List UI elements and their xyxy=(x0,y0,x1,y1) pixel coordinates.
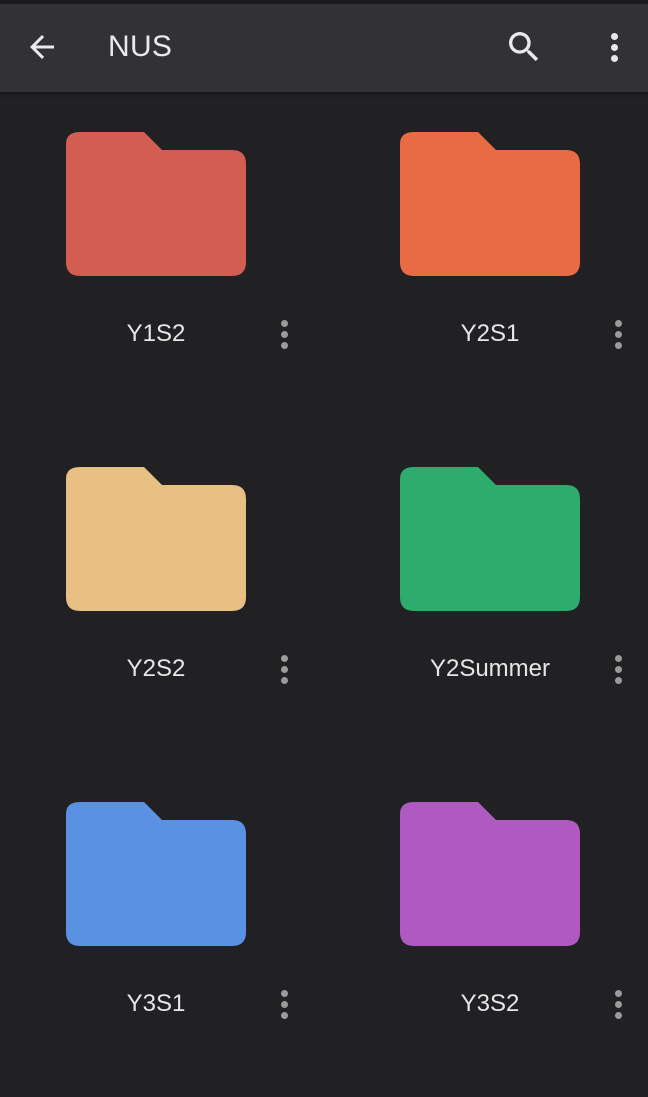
folder-item-y3s1[interactable]: Y3S1 xyxy=(0,762,324,1097)
folder-name: Y1S2 xyxy=(126,320,186,347)
folder-grid: Y1S2 Y2S1 Y2S2 Y2Summer Y3S1 Y3S2 xyxy=(0,92,648,1080)
more-options-button[interactable] xyxy=(586,19,642,75)
folder-item-y1s2[interactable]: Y1S2 xyxy=(0,92,324,427)
folder-options-button[interactable] xyxy=(266,649,302,689)
more-vert-icon xyxy=(280,319,288,349)
folder-icon[interactable] xyxy=(400,800,582,948)
folder-name: Y2S2 xyxy=(126,655,186,682)
more-vert-icon xyxy=(280,654,288,684)
back-button[interactable] xyxy=(14,19,70,75)
more-vert-icon xyxy=(614,319,622,349)
folder-name: Y3S2 xyxy=(460,990,520,1017)
folder-icon[interactable] xyxy=(66,800,248,948)
folder-item-y2s1[interactable]: Y2S1 xyxy=(334,92,648,427)
folder-options-button[interactable] xyxy=(600,649,636,689)
folder-options-button[interactable] xyxy=(600,984,636,1024)
folder-options-button[interactable] xyxy=(266,314,302,354)
search-button[interactable] xyxy=(496,19,552,75)
folder-name: Y2Summer xyxy=(429,655,551,682)
more-vert-icon xyxy=(614,654,622,684)
folder-icon[interactable] xyxy=(400,465,582,613)
folder-options-button[interactable] xyxy=(266,984,302,1024)
more-vert-icon xyxy=(280,989,288,1019)
page-title: NUS xyxy=(108,30,173,63)
folder-options-button[interactable] xyxy=(600,314,636,354)
folder-item-y2summer[interactable]: Y2Summer xyxy=(334,427,648,762)
more-vert-icon xyxy=(610,32,618,62)
folder-icon[interactable] xyxy=(400,130,582,278)
folder-icon[interactable] xyxy=(66,465,248,613)
folder-item-y2s2[interactable]: Y2S2 xyxy=(0,427,324,762)
arrow-back-icon xyxy=(30,35,54,59)
folder-icon[interactable] xyxy=(66,130,248,278)
search-icon xyxy=(509,32,539,62)
folder-name: Y2S1 xyxy=(460,320,520,347)
folder-item-y3s2[interactable]: Y3S2 xyxy=(334,762,648,1097)
app-bar: NUS xyxy=(0,4,648,92)
more-vert-icon xyxy=(614,989,622,1019)
folder-name: Y3S1 xyxy=(126,990,186,1017)
